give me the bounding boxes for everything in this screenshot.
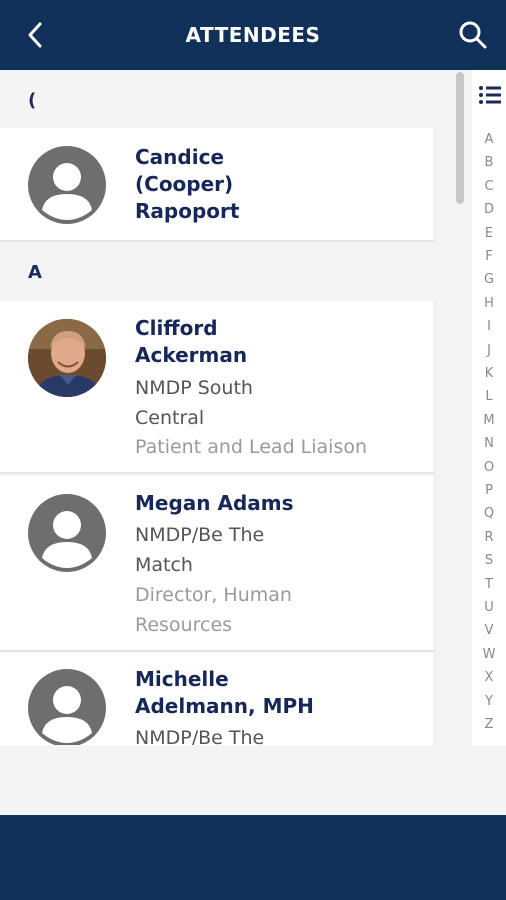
section-header: A [0, 242, 436, 300]
position-line: Director, Human [135, 584, 292, 606]
org-line: NMDP South [135, 377, 253, 399]
attendee-position: Director, Human Resources [135, 580, 405, 640]
name-line: Michelle [135, 667, 229, 691]
index-letter-l[interactable]: L [472, 389, 506, 405]
position-line: Patient and Lead Liaison [135, 436, 368, 458]
attendee-name: Clifford Ackerman [135, 315, 425, 369]
index-letter-a[interactable]: A [472, 132, 506, 148]
list-icon[interactable] [478, 84, 502, 106]
name-line: Candice [135, 145, 225, 169]
index-letter-z[interactable]: Z [472, 717, 506, 733]
index-letter-n[interactable]: N [472, 436, 506, 452]
index-letter-y[interactable]: Y [472, 694, 506, 710]
attendee-organization: NMDP South Central [135, 373, 395, 433]
index-letter-m[interactable]: M [472, 413, 506, 429]
index-letter-e[interactable]: E [472, 226, 506, 242]
index-letter-w[interactable]: W [472, 647, 506, 663]
scrollbar-thumb[interactable] [456, 72, 464, 204]
name-line: (Cooper) [135, 172, 234, 196]
index-letter-g[interactable]: G [472, 272, 506, 288]
index-letter-o[interactable]: O [472, 460, 506, 476]
attendee-name: Megan Adams [135, 490, 425, 517]
attendee-organization: NMDP/Be The [135, 723, 395, 745]
bottom-bar [0, 815, 506, 900]
index-letter-u[interactable]: U [472, 600, 506, 616]
avatar [28, 146, 106, 224]
index-letter-k[interactable]: K [472, 366, 506, 382]
index-letter-b[interactable]: B [472, 155, 506, 171]
alphabet-index[interactable]: ABCDEFGHIJKLMNOPQRSTUVWXYZ [472, 70, 506, 745]
index-letter-r[interactable]: R [472, 530, 506, 546]
attendee-card[interactable]: Megan Adams NMDP/Be The Match Director, … [0, 476, 435, 652]
section-letter: ( [28, 90, 37, 111]
section-header: ( [0, 70, 436, 128]
person-placeholder-icon [42, 163, 92, 220]
avatar [28, 669, 106, 745]
index-letter-d[interactable]: D [472, 202, 506, 218]
index-letter-s[interactable]: S [472, 553, 506, 569]
index-letter-t[interactable]: T [472, 577, 506, 593]
index-letter-c[interactable]: C [472, 179, 506, 195]
index-letter-f[interactable]: F [472, 249, 506, 265]
person-placeholder-icon [42, 511, 92, 568]
name-line: Clifford [135, 316, 218, 340]
index-letter-v[interactable]: V [472, 623, 506, 639]
index-letter-i[interactable]: I [472, 319, 506, 335]
org-line: Match [135, 554, 193, 576]
index-letter-j[interactable]: J [472, 343, 506, 359]
index-letter-q[interactable]: Q [472, 506, 506, 522]
avatar-photo [28, 319, 106, 397]
name-line: Ackerman [135, 343, 248, 367]
avatar [28, 494, 106, 572]
org-line: NMDP/Be The [135, 727, 265, 745]
person-placeholder-icon [42, 686, 92, 743]
index-letter-p[interactable]: P [472, 483, 506, 499]
person-photo-icon [28, 319, 106, 397]
name-line: Rapoport [135, 199, 240, 223]
attendee-list[interactable]: ( Candice (Cooper) Rapoport A Clifford A… [0, 70, 472, 745]
attendee-position: Patient and Lead Liaison [135, 432, 405, 462]
org-line: Central [135, 407, 205, 429]
index-letter-h[interactable]: H [472, 296, 506, 312]
org-line: NMDP/Be The [135, 524, 265, 546]
attendee-name: Candice (Cooper) Rapoport [135, 144, 425, 225]
attendee-card[interactable]: Michelle Adelmann, MPH NMDP/Be The [0, 653, 435, 745]
app-header: ATTENDEES [0, 0, 506, 70]
index-letter-x[interactable]: X [472, 670, 506, 686]
section-letter: A [28, 262, 42, 283]
name-line: Adelmann, MPH [135, 694, 314, 718]
position-line: Resources [135, 614, 233, 636]
search-icon [459, 21, 487, 49]
page-title: ATTENDEES [185, 23, 321, 47]
attendee-organization: NMDP/Be The Match [135, 520, 395, 580]
attendee-card[interactable]: Clifford Ackerman NMDP South Central Pat… [0, 301, 435, 474]
name-line: Megan Adams [135, 491, 294, 515]
attendee-name: Michelle Adelmann, MPH [135, 666, 425, 720]
attendee-card[interactable]: Candice (Cooper) Rapoport [0, 128, 435, 242]
search-button[interactable] [456, 18, 490, 52]
